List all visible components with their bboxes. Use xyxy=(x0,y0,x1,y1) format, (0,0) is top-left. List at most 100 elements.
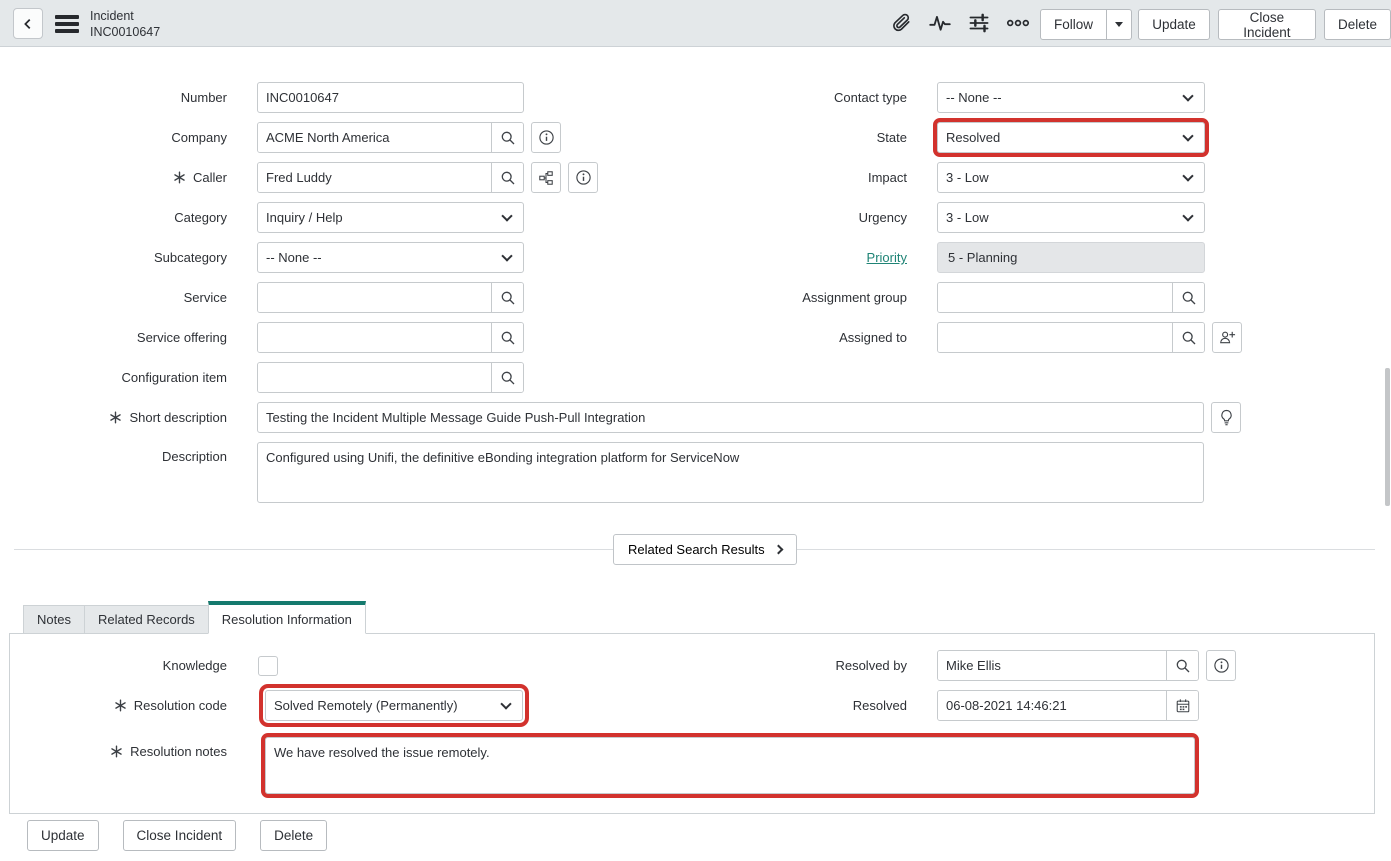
company-lookup-button[interactable] xyxy=(491,123,523,152)
paperclip-icon xyxy=(891,13,912,34)
service-lookup-button[interactable] xyxy=(491,283,523,312)
scrollbar-thumb[interactable] xyxy=(1385,368,1390,506)
add-user-icon xyxy=(1219,329,1236,346)
delete-button-footer[interactable]: Delete xyxy=(260,820,327,851)
assigned-to-label: Assigned to xyxy=(680,330,907,345)
incident-form-screen: Incident INC0010647 xyxy=(0,0,1391,861)
priority-label: Priority xyxy=(680,250,907,265)
follow-button[interactable]: Follow xyxy=(1040,9,1107,40)
company-input[interactable] xyxy=(258,123,491,152)
search-icon xyxy=(1181,290,1197,306)
search-icon xyxy=(500,370,516,386)
update-button-footer[interactable]: Update xyxy=(27,820,99,851)
service-offering-label: Service offering xyxy=(0,330,227,345)
record-title: Incident INC0010647 xyxy=(90,8,160,40)
resolved-by-field xyxy=(937,650,1199,681)
update-button-header[interactable]: Update xyxy=(1138,9,1210,40)
back-button[interactable] xyxy=(13,8,43,39)
required-icon xyxy=(109,411,122,424)
resolved-field xyxy=(937,690,1199,721)
urgency-label: Urgency xyxy=(680,210,907,225)
caller-info-button[interactable] xyxy=(568,162,598,193)
assignment-group-label: Assignment group xyxy=(680,290,907,305)
header-bar: Incident INC0010647 xyxy=(0,0,1391,47)
caller-lookup-button[interactable] xyxy=(491,163,523,192)
resolution-notes-label: Resolution notes xyxy=(0,744,227,759)
short-description-input[interactable] xyxy=(257,402,1204,433)
service-input[interactable] xyxy=(258,283,491,312)
related-search-results-button[interactable]: Related Search Results xyxy=(613,534,797,565)
subcategory-select[interactable]: -- None -- xyxy=(257,242,524,273)
priority-link[interactable]: Priority xyxy=(867,250,907,265)
more-options-button[interactable] xyxy=(1005,10,1031,36)
search-icon xyxy=(1181,330,1197,346)
knowledge-checkbox[interactable] xyxy=(258,656,278,676)
tab-resolution-information[interactable]: Resolution Information xyxy=(208,601,366,634)
search-icon xyxy=(500,170,516,186)
number-input[interactable] xyxy=(257,82,524,113)
required-icon xyxy=(114,699,127,712)
service-offering-lookup-button[interactable] xyxy=(491,323,523,352)
description-textarea[interactable]: Configured using Unifi, the definitive e… xyxy=(257,442,1204,503)
search-icon xyxy=(1175,658,1191,674)
configuration-item-input[interactable] xyxy=(258,363,491,392)
resolved-by-info-button[interactable] xyxy=(1206,650,1236,681)
chevron-down-icon xyxy=(501,250,512,261)
resolved-calendar-button[interactable] xyxy=(1166,691,1198,720)
resolved-label: Resolved xyxy=(680,698,907,713)
resolved-input[interactable] xyxy=(938,691,1166,720)
chevron-down-icon xyxy=(1182,130,1193,141)
resolved-by-input[interactable] xyxy=(938,651,1166,680)
service-offering-field xyxy=(257,322,524,353)
resolution-code-label: Resolution code xyxy=(0,698,227,713)
personalize-form-button[interactable] xyxy=(966,10,992,36)
chevron-right-icon xyxy=(773,545,783,555)
delete-button-header[interactable]: Delete xyxy=(1324,9,1391,40)
caller-hierarchy-button[interactable] xyxy=(531,162,561,193)
assignment-group-field xyxy=(937,282,1205,313)
footer-buttons: Update Close Incident Delete xyxy=(27,820,327,851)
menu-icon[interactable] xyxy=(55,15,79,36)
service-label: Service xyxy=(0,290,227,305)
resolved-by-lookup-button[interactable] xyxy=(1166,651,1198,680)
subcategory-label: Subcategory xyxy=(0,250,227,265)
tab-strip: Notes Related Records Resolution Informa… xyxy=(9,602,1375,634)
number-label: Number xyxy=(0,90,227,105)
record-type: Incident xyxy=(90,8,160,24)
service-offering-input[interactable] xyxy=(258,323,491,352)
assigned-to-input[interactable] xyxy=(938,323,1172,352)
close-incident-button-header[interactable]: Close Incident xyxy=(1218,9,1316,40)
category-select[interactable]: Inquiry / Help xyxy=(257,202,524,233)
tab-notes[interactable]: Notes xyxy=(23,605,85,633)
suggestion-button[interactable] xyxy=(1211,402,1241,433)
configuration-item-lookup-button[interactable] xyxy=(491,363,523,392)
chevron-down-icon xyxy=(1182,170,1193,181)
assignment-group-lookup-button[interactable] xyxy=(1172,283,1204,312)
impact-select[interactable]: 3 - Low xyxy=(937,162,1205,193)
impact-label: Impact xyxy=(680,170,907,185)
activity-stream-button[interactable] xyxy=(927,10,953,36)
state-select[interactable]: Resolved xyxy=(937,122,1205,153)
calendar-icon xyxy=(1175,698,1191,714)
search-icon xyxy=(500,330,516,346)
service-field xyxy=(257,282,524,313)
contact-type-select[interactable]: -- None -- xyxy=(937,82,1205,113)
chevron-down-icon xyxy=(500,698,511,709)
assignment-group-input[interactable] xyxy=(938,283,1172,312)
company-info-button[interactable] xyxy=(531,122,561,153)
tab-related-records[interactable]: Related Records xyxy=(84,605,209,633)
attachment-button[interactable] xyxy=(888,10,914,36)
chevron-left-icon xyxy=(21,17,35,31)
hierarchy-icon xyxy=(538,170,554,186)
assign-to-me-button[interactable] xyxy=(1212,322,1242,353)
caller-input[interactable] xyxy=(258,163,491,192)
urgency-select[interactable]: 3 - Low xyxy=(937,202,1205,233)
follow-dropdown-button[interactable] xyxy=(1107,9,1132,40)
sliders-icon xyxy=(968,12,990,34)
header-buttons: Follow Update Close Incident Delete xyxy=(1040,9,1391,40)
category-label: Category xyxy=(0,210,227,225)
assigned-to-lookup-button[interactable] xyxy=(1172,323,1204,352)
resolution-code-select[interactable]: Solved Remotely (Permanently) xyxy=(265,690,523,721)
close-incident-button-footer[interactable]: Close Incident xyxy=(123,820,237,851)
resolution-notes-textarea[interactable]: We have resolved the issue remotely. xyxy=(265,737,1195,794)
